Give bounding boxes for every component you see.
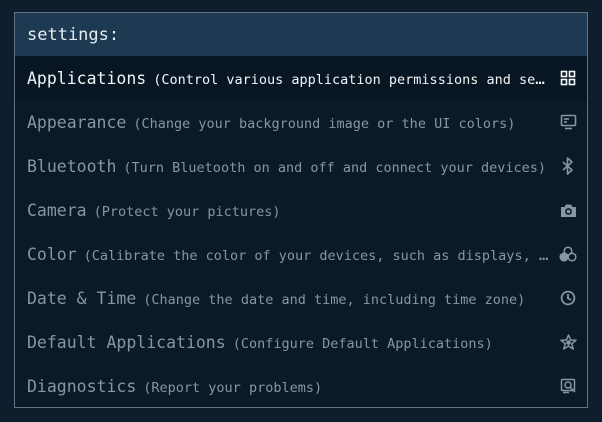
list-item-applications[interactable]: Applications (Control various application… <box>15 56 587 100</box>
star-icon <box>557 331 579 353</box>
applications-grid-icon <box>557 67 579 89</box>
item-name: Diagnostics <box>27 376 137 396</box>
color-circles-icon <box>557 243 579 265</box>
list-item-diagnostics[interactable]: Diagnostics (Report your problems) <box>15 364 587 407</box>
item-text: Color (Calibrate the color of your device… <box>27 245 557 264</box>
appearance-monitor-icon <box>557 111 579 133</box>
item-name: Camera <box>27 200 87 220</box>
clock-icon <box>557 287 579 309</box>
item-text: Applications (Control various application… <box>27 69 557 88</box>
item-text: Appearance (Change your background image … <box>27 113 557 132</box>
item-name: Date & Time <box>27 288 137 308</box>
diagnostics-icon <box>557 375 579 397</box>
item-name: Appearance <box>27 112 127 132</box>
item-name: Bluetooth <box>27 156 117 176</box>
list-item-appearance[interactable]: Appearance (Change your background image … <box>15 100 587 144</box>
item-text: Default Applications (Configure Default A… <box>27 333 557 352</box>
list-item-default-applications[interactable]: Default Applications (Configure Default A… <box>15 320 587 364</box>
item-text: Camera (Protect your pictures) <box>27 201 557 220</box>
item-description: (Report your problems) <box>143 379 323 396</box>
prompt-bar[interactable]: settings: <box>15 13 587 56</box>
item-name: Applications <box>27 68 147 88</box>
item-description: (Change your background image or the UI … <box>133 115 516 132</box>
item-description: (Protect your pictures) <box>93 203 281 220</box>
item-description: (Calibrate the color of your devices, su… <box>83 247 557 264</box>
camera-icon <box>557 199 579 221</box>
list-item-bluetooth[interactable]: Bluetooth (Turn Bluetooth on and off and … <box>15 144 587 188</box>
item-description: (Turn Bluetooth on and off and connect y… <box>123 159 547 176</box>
item-name: Default Applications <box>27 332 226 352</box>
item-description: (Configure Default Applications) <box>232 335 493 352</box>
item-text: Diagnostics (Report your problems) <box>27 377 557 396</box>
list-item-date-time[interactable]: Date & Time (Change the date and time, in… <box>15 276 587 320</box>
prompt-label: settings: <box>27 24 120 45</box>
bluetooth-icon <box>557 155 579 177</box>
settings-launcher-window: settings: Applications (Control various a… <box>14 12 588 408</box>
settings-list: Applications (Control various application… <box>15 56 587 407</box>
item-description: (Change the date and time, including tim… <box>143 291 526 308</box>
item-text: Bluetooth (Turn Bluetooth on and off and … <box>27 157 557 176</box>
list-item-color[interactable]: Color (Calibrate the color of your device… <box>15 232 587 276</box>
item-description: (Control various application permissions… <box>153 71 557 88</box>
item-text: Date & Time (Change the date and time, in… <box>27 289 557 308</box>
item-name: Color <box>27 244 77 264</box>
list-item-camera[interactable]: Camera (Protect your pictures) <box>15 188 587 232</box>
